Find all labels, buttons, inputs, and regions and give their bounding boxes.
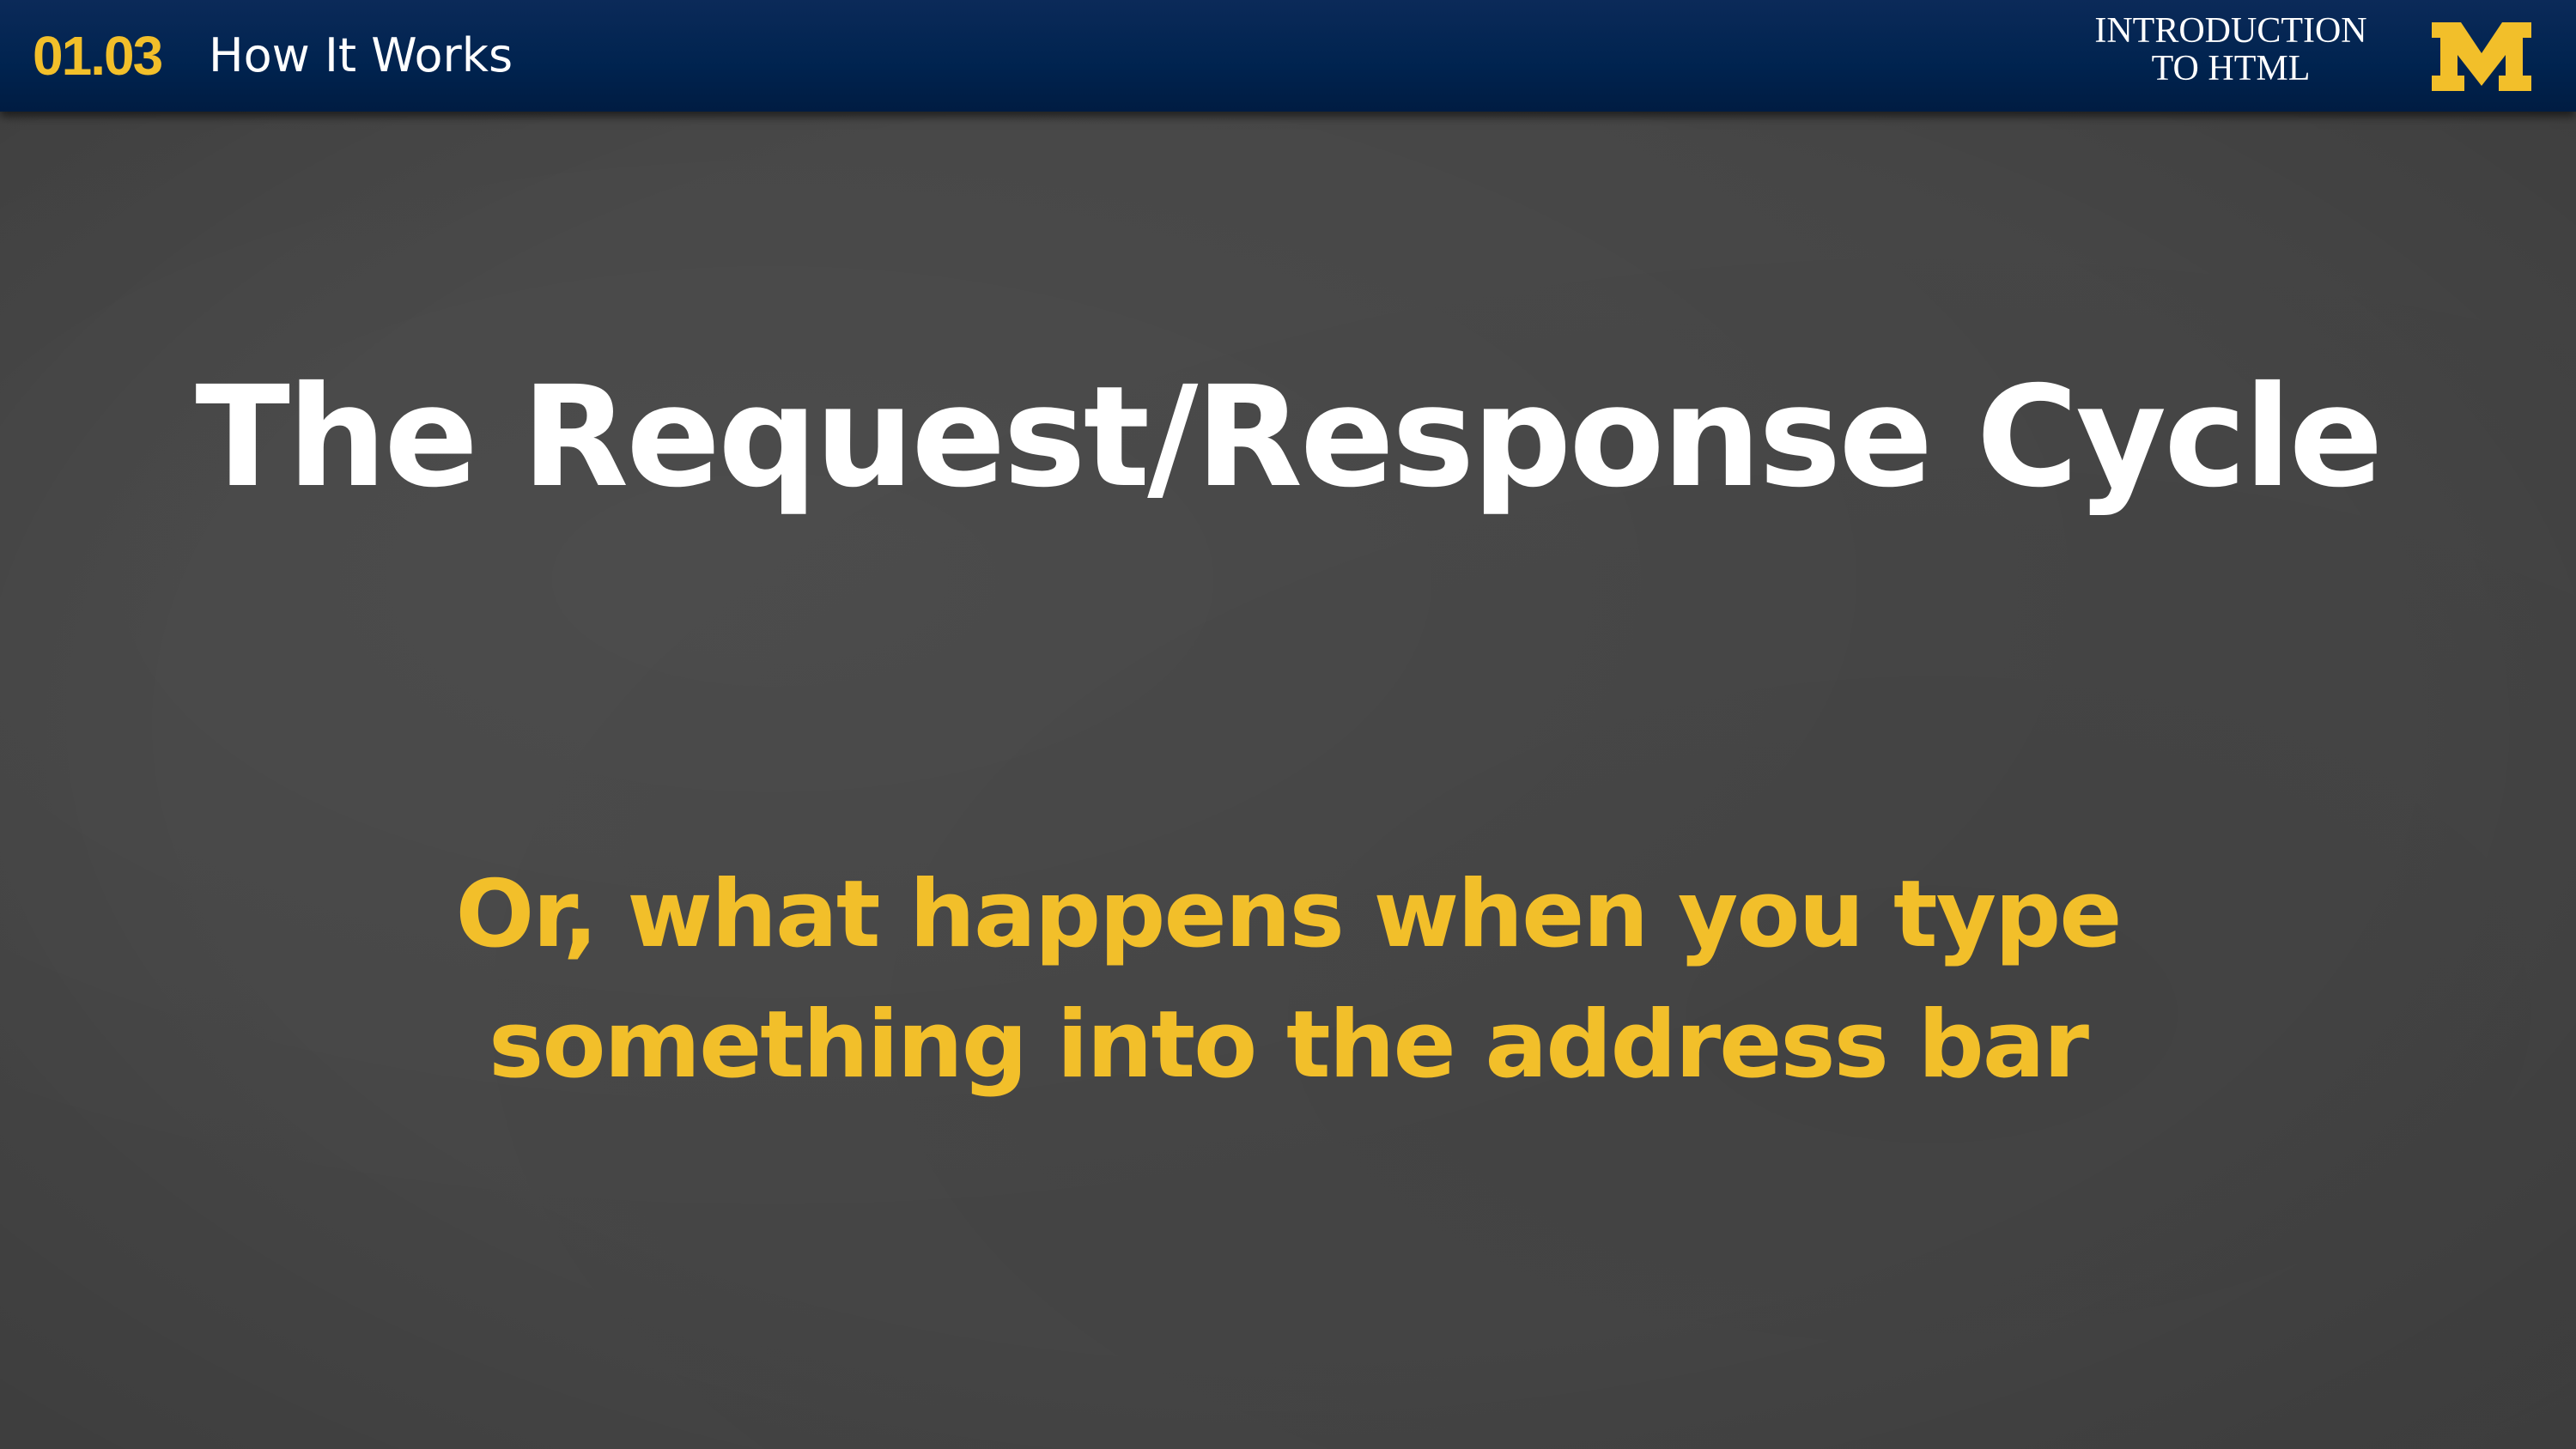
slide-subtitle: Or, what happens when you type something… [0,850,2576,1111]
header-bar: 01.03 How It Works INTRODUCTION TO HTML [0,0,2576,112]
course-title-line-1: INTRODUCTION [2094,11,2367,51]
section-title: How It Works [209,28,513,82]
section-number: 01.03 [33,25,163,87]
slide-subtitle-line-2: something into the address bar [489,991,2089,1099]
course-title-line-2: TO HTML [2151,49,2311,88]
course-title: INTRODUCTION TO HTML [2059,12,2403,88]
block-m-logo-icon [2432,22,2531,91]
slide: 01.03 How It Works INTRODUCTION TO HTML … [0,0,2576,1449]
slide-subtitle-line-1: Or, what happens when you type [455,861,2122,968]
slide-title: The Request/Response Cycle [195,357,2383,518]
